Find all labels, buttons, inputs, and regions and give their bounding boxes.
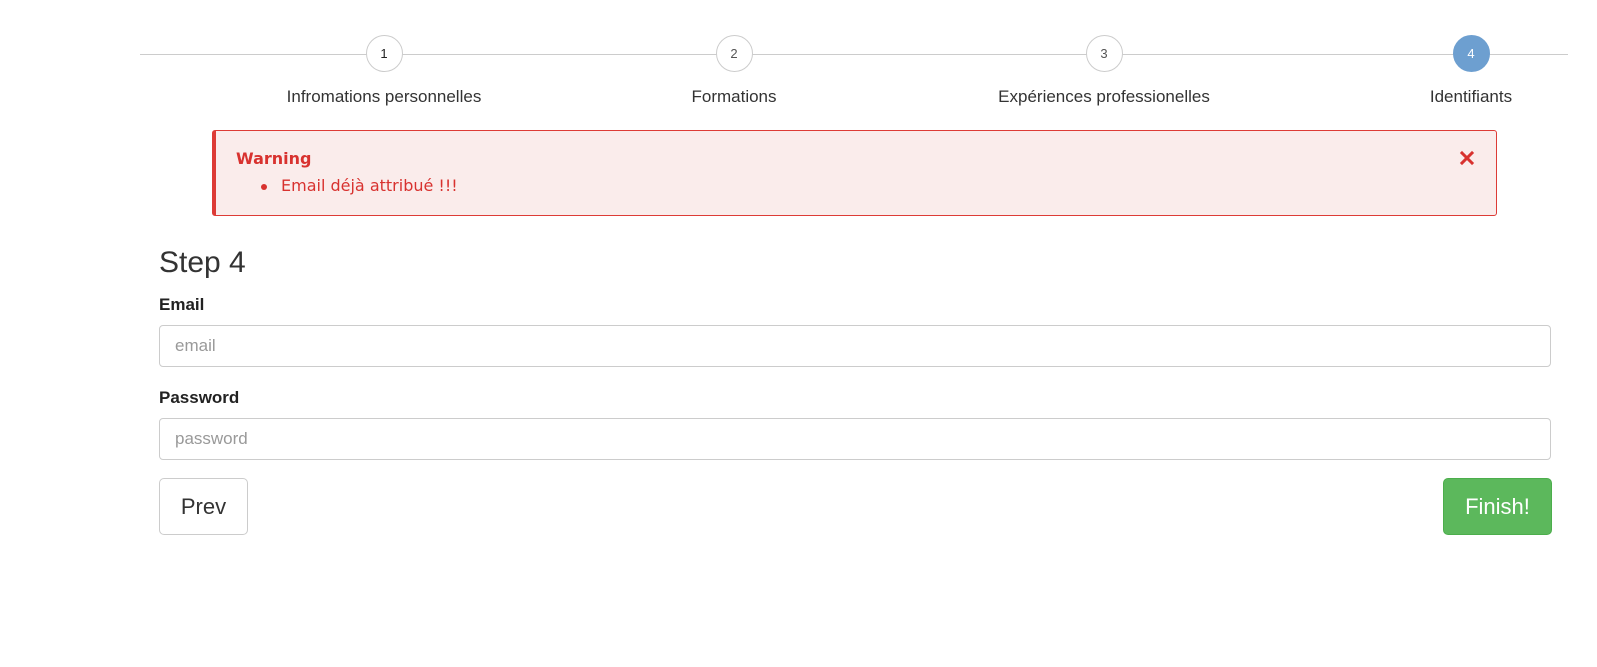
step-2-label: Formations bbox=[691, 87, 777, 106]
step-1[interactable]: 1 Infromations personnelles bbox=[224, 35, 544, 107]
step-1-label: Infromations personnelles bbox=[286, 87, 482, 106]
alert-item-text: Email déjà attribué !!! bbox=[281, 176, 458, 195]
step-3[interactable]: 3 Expériences professionelles bbox=[944, 35, 1264, 107]
wizard-stepper: 1 Infromations personnelles 2 Formations… bbox=[0, 0, 1597, 115]
step-2-circle[interactable]: 2 bbox=[715, 35, 753, 72]
email-label: Email bbox=[159, 295, 205, 314]
finish-button[interactable]: Finish! bbox=[1443, 478, 1552, 535]
alert-title: Warning bbox=[236, 149, 312, 168]
step-2[interactable]: 2 Formations bbox=[574, 35, 894, 107]
alert-list: Email déjà attribué !!! bbox=[261, 176, 458, 195]
step-4-circle[interactable]: 4 bbox=[1452, 35, 1490, 72]
page-title: Step 4 bbox=[159, 246, 246, 279]
bullet-icon bbox=[261, 184, 267, 190]
prev-button[interactable]: Prev bbox=[159, 478, 248, 535]
step-1-circle[interactable]: 1 bbox=[365, 35, 403, 72]
warning-alert: Warning Email déjà attribué !!! bbox=[212, 130, 1497, 216]
step-3-circle[interactable]: 3 bbox=[1085, 35, 1123, 72]
password-field[interactable] bbox=[159, 418, 1551, 460]
step-4-label: Identifiants bbox=[1429, 87, 1513, 106]
password-label: Password bbox=[159, 388, 240, 407]
step-4[interactable]: 4 Identifiants bbox=[1311, 35, 1597, 107]
email-field[interactable] bbox=[159, 325, 1551, 367]
close-icon[interactable] bbox=[1458, 149, 1476, 167]
wizard-page: 1 Infromations personnelles 2 Formations… bbox=[0, 0, 1597, 667]
alert-item: Email déjà attribué !!! bbox=[261, 176, 458, 195]
step-3-label: Expériences professionelles bbox=[998, 87, 1210, 106]
